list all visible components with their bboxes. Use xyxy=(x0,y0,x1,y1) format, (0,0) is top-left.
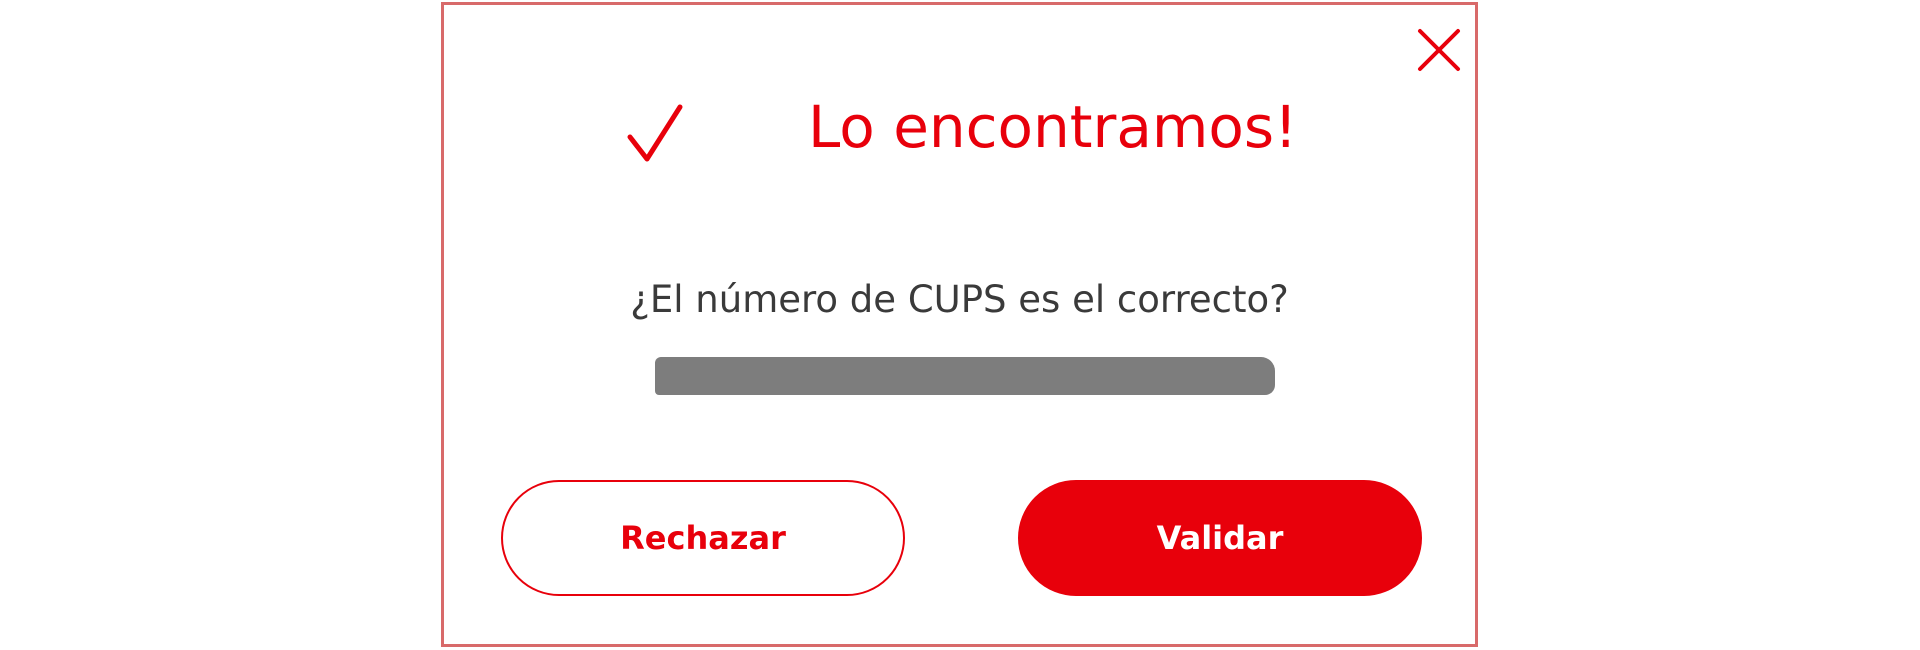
cups-number-redacted xyxy=(655,357,1275,395)
close-button[interactable] xyxy=(1414,25,1464,75)
cups-found-dialog: Lo encontramos! ¿El número de CUPS es el… xyxy=(441,2,1478,647)
dialog-title: Lo encontramos! xyxy=(808,93,1298,161)
reject-button[interactable]: Rechazar xyxy=(501,480,905,596)
close-icon xyxy=(1418,29,1460,71)
validate-button[interactable]: Validar xyxy=(1018,480,1422,596)
confirmation-question: ¿El número de CUPS es el correcto? xyxy=(630,278,1289,321)
check-icon xyxy=(627,103,683,163)
